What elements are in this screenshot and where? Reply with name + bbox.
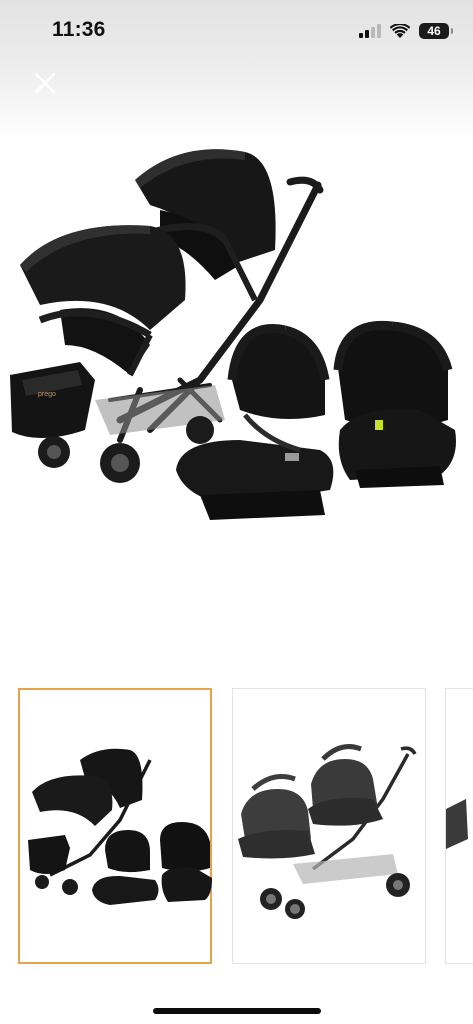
cellular-signal-icon (359, 24, 381, 38)
home-indicator[interactable] (153, 1008, 321, 1014)
battery-level: 46 (427, 24, 441, 38)
status-bar: 11:36 46 (0, 0, 473, 62)
thumbnail-1[interactable] (18, 688, 212, 964)
close-button[interactable] (30, 68, 60, 98)
status-icons: 46 (359, 20, 453, 42)
car-seat-2 (333, 320, 456, 488)
status-time: 11:36 (52, 18, 106, 41)
close-icon (34, 72, 56, 94)
battery-icon: 46 (419, 23, 453, 39)
thumbnail-3[interactable] (445, 688, 473, 964)
wifi-icon (390, 23, 410, 38)
thumbnail-2[interactable] (232, 688, 426, 964)
svg-text:prego: prego (38, 391, 56, 398)
product-main-image: prego (0, 130, 473, 550)
thumbnail-gallery[interactable] (0, 686, 473, 968)
